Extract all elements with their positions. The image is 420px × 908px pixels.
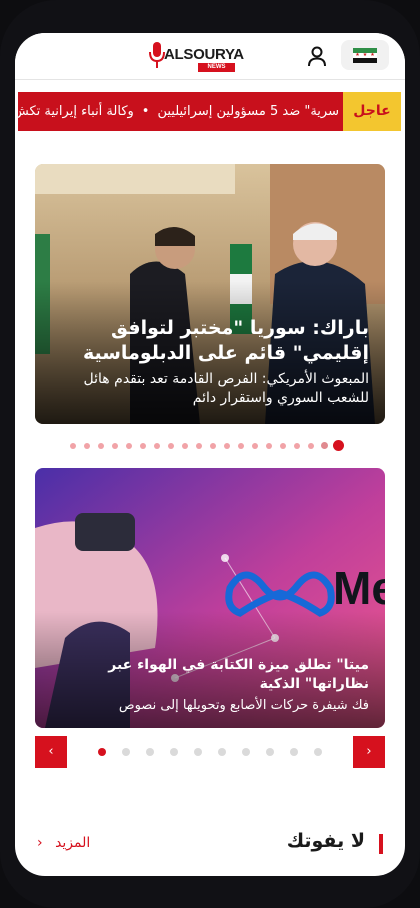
more-link[interactable]: المزيد ‹ bbox=[37, 835, 90, 851]
chevron-left-icon: ‹ bbox=[48, 744, 54, 759]
pagination-dot[interactable] bbox=[242, 748, 250, 756]
pagination-dot[interactable] bbox=[98, 443, 104, 449]
chevron-right-icon: › bbox=[366, 744, 372, 759]
pagination-dot[interactable] bbox=[252, 443, 258, 449]
pagination-dot[interactable] bbox=[122, 748, 130, 756]
tech-slide[interactable]: Me ميتا" تطلق ميزة الكتابة في الهواء عبر… bbox=[35, 468, 385, 728]
more-label: المزيد bbox=[55, 835, 91, 851]
pagination-dot[interactable] bbox=[280, 443, 286, 449]
section-accent-bar bbox=[379, 834, 383, 854]
breaking-label: عاجل bbox=[343, 92, 401, 131]
pagination-dot[interactable] bbox=[112, 443, 118, 449]
pagination-dot[interactable] bbox=[218, 748, 226, 756]
next-slide-button[interactable]: › bbox=[353, 736, 385, 768]
pagination-dot[interactable] bbox=[308, 443, 314, 449]
pagination-dot[interactable] bbox=[168, 443, 174, 449]
logo-text: ALSOURYA bbox=[164, 46, 244, 63]
pagination-dot[interactable] bbox=[196, 443, 202, 449]
pagination-dot[interactable] bbox=[140, 443, 146, 449]
ticker-separator: • bbox=[141, 104, 150, 119]
pagination-dot[interactable] bbox=[70, 443, 76, 449]
user-icon[interactable] bbox=[305, 44, 329, 68]
section-title: لا يفوتك bbox=[286, 830, 365, 852]
tech-pagination bbox=[95, 747, 325, 757]
device-frame: ALSOURYA NEWS ★ ★ ★ سرية" ضد 5 مسؤولين إسر… bbox=[0, 0, 420, 908]
pagination-dot[interactable] bbox=[146, 748, 154, 756]
slide-headline[interactable]: ميتا" تطلق ميزة الكتابة في الهواء عبر نظ… bbox=[45, 656, 369, 694]
syria-flag-icon: ★ ★ ★ bbox=[353, 47, 377, 63]
pagination-dot[interactable] bbox=[84, 443, 90, 449]
language-flag-button[interactable]: ★ ★ ★ bbox=[341, 40, 389, 70]
pagination-dot[interactable] bbox=[194, 748, 202, 756]
site-header: ALSOURYA NEWS ★ ★ ★ bbox=[15, 33, 405, 80]
pagination-dot[interactable] bbox=[98, 748, 106, 756]
hero-pagination bbox=[70, 440, 370, 452]
site-logo[interactable]: ALSOURYA NEWS bbox=[148, 41, 248, 73]
slide-subheadline: المبعوث الأمريكي: الفرص القادمة تعد بتقد… bbox=[83, 371, 369, 406]
pagination-dot[interactable] bbox=[290, 748, 298, 756]
pagination-dot[interactable] bbox=[266, 748, 274, 756]
breaking-news-ticker: سرية" ضد 5 مسؤولين إسرائيليين • وكالة أنبا… bbox=[18, 92, 401, 131]
pagination-dot[interactable] bbox=[314, 748, 322, 756]
pagination-dot[interactable] bbox=[182, 443, 188, 449]
ticker-track: سرية" ضد 5 مسؤولين إسرائيليين • وكالة أنبا… bbox=[18, 92, 339, 131]
pagination-dot[interactable] bbox=[210, 443, 216, 449]
pagination-dot[interactable] bbox=[224, 443, 230, 449]
pagination-dot[interactable] bbox=[170, 748, 178, 756]
prev-slide-button[interactable]: ‹ bbox=[35, 736, 67, 768]
slide-headline[interactable]: باراك: سوريا "مختبر لتوافق إقليمي" قائم … bbox=[45, 316, 369, 366]
pagination-dot[interactable] bbox=[294, 443, 300, 449]
chevron-left-icon: ‹ bbox=[37, 835, 43, 851]
hero-slide[interactable]: باراك: سوريا "مختبر لتوافق إقليمي" قائم … bbox=[35, 164, 385, 424]
pagination-dot[interactable] bbox=[238, 443, 244, 449]
ticker-item[interactable]: سرية" ضد 5 مسؤولين إسرائيليين bbox=[157, 104, 339, 119]
logo-badge: NEWS bbox=[198, 63, 235, 72]
ticker-item[interactable]: وكالة أنباء إيرانية تكش bbox=[18, 104, 134, 119]
pagination-dot[interactable] bbox=[266, 443, 272, 449]
pagination-dot[interactable] bbox=[321, 442, 328, 449]
screen: ALSOURYA NEWS ★ ★ ★ سرية" ضد 5 مسؤولين إسر… bbox=[15, 33, 405, 876]
slide-subheadline: فك شيفرة حركات الأصابع وتحويلها إلى نصوص bbox=[118, 698, 369, 713]
pagination-dot[interactable] bbox=[126, 443, 132, 449]
pagination-dot[interactable] bbox=[154, 443, 160, 449]
pagination-dot[interactable] bbox=[333, 440, 344, 451]
dont-miss-section: لا يفوتك المزيد ‹ bbox=[15, 830, 405, 860]
